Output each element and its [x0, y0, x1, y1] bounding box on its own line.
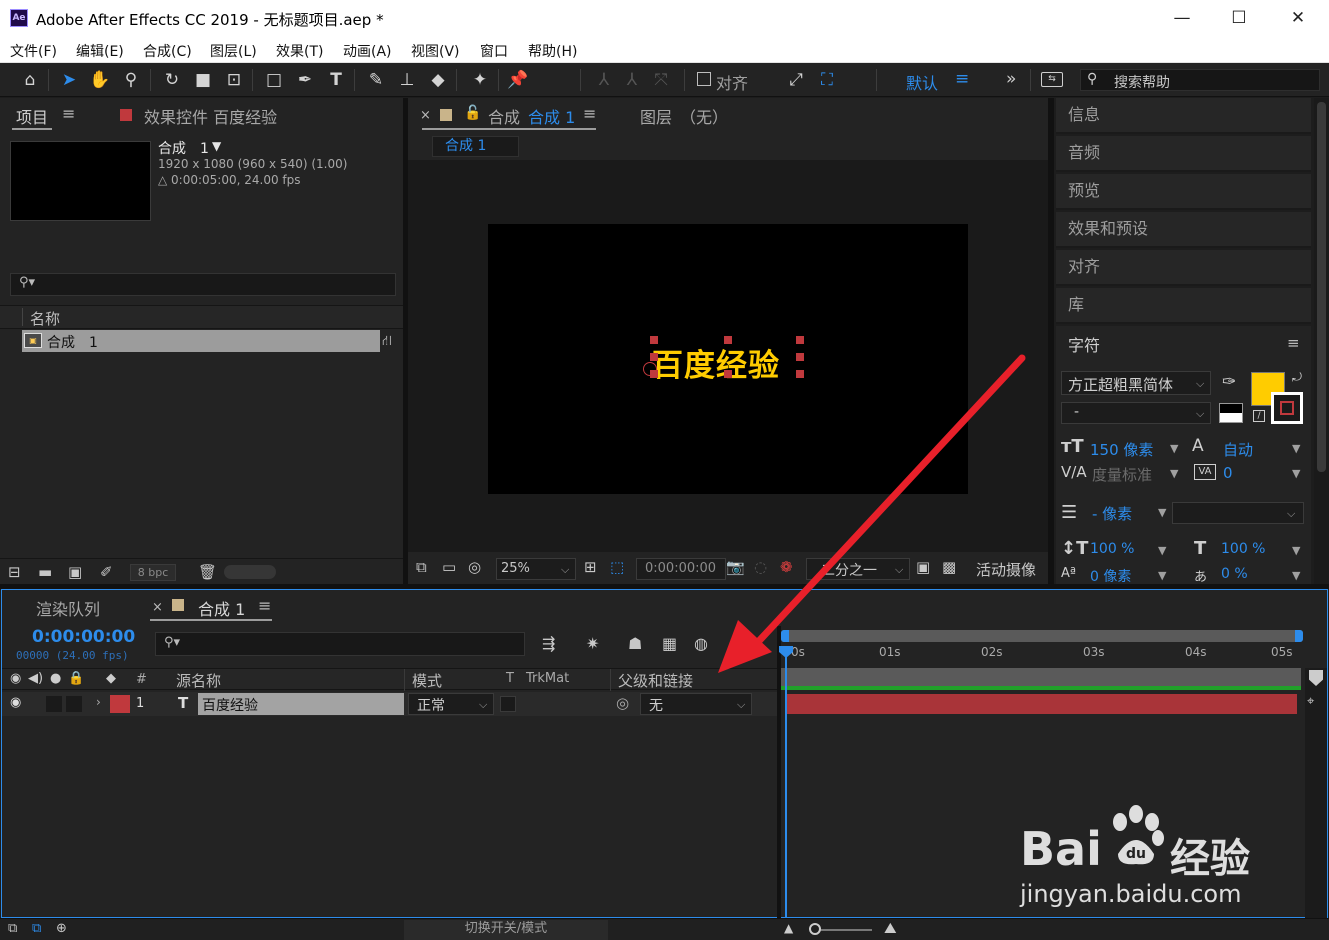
- annotation-arrow-head: [718, 620, 772, 673]
- watermark-brand-cn: 经验: [1170, 836, 1250, 882]
- paw-icon: du: [1104, 804, 1168, 868]
- baidu-watermark: Bai du 经验 jingyan.baidu.com: [1018, 798, 1318, 910]
- svg-text:du: du: [1126, 846, 1146, 862]
- annotation-arrow-shaft: [741, 354, 1026, 660]
- watermark-url: jingyan.baidu.com: [1020, 880, 1242, 908]
- watermark-brand: Bai: [1020, 822, 1102, 876]
